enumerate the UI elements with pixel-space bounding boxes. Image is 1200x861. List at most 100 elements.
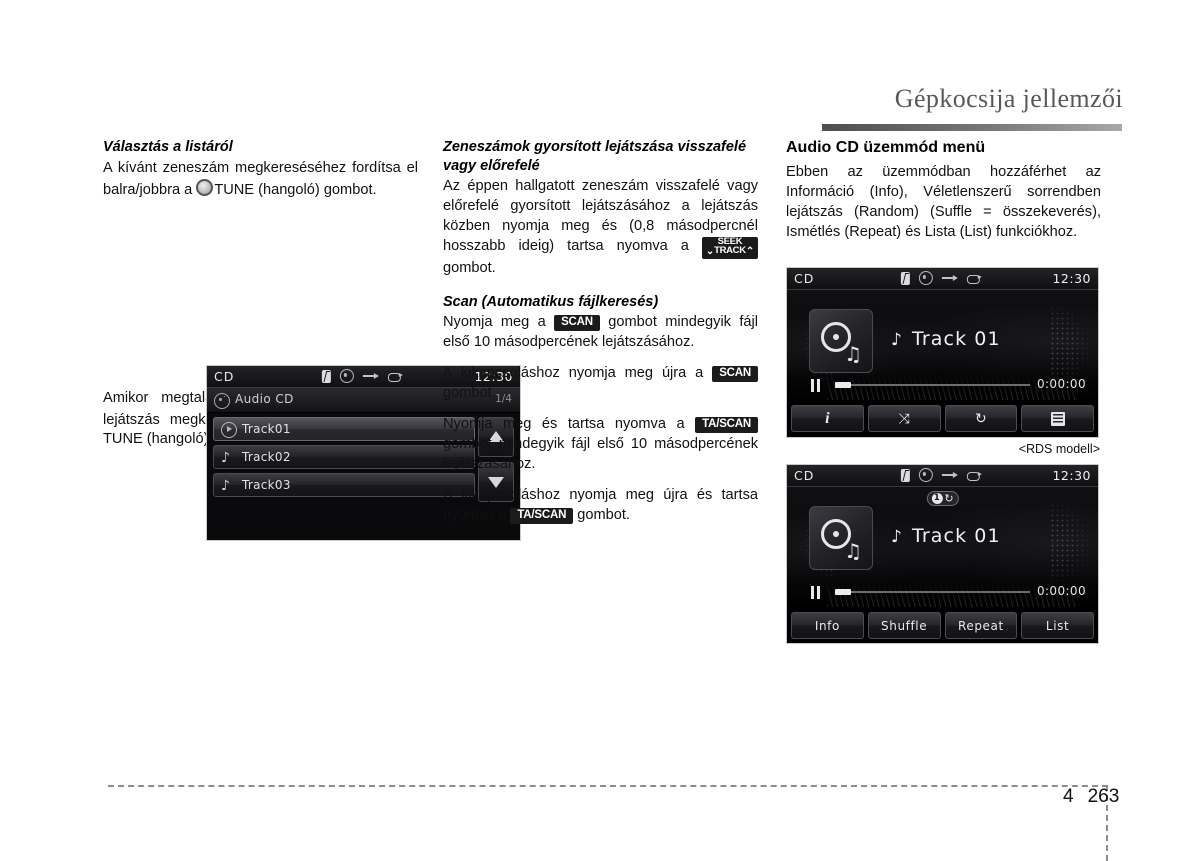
status-source-label: CD [794, 468, 815, 483]
section-heading-audio-cd-menu: Audio CD üzemmód menü [786, 139, 986, 156]
info-icon: i [825, 409, 830, 427]
player-display: ♫ ♪ Track 01 0:00:00 [787, 290, 1098, 402]
progress-bar[interactable] [835, 382, 1030, 388]
header-rule [822, 124, 1122, 131]
chevron-down-icon: ⌄ [705, 246, 715, 258]
now-playing-title: ♪ Track 01 [891, 328, 1001, 350]
elapsed-time: 0:00:00 [1036, 377, 1086, 391]
paragraph-list-selection: A kívánt zeneszám megkereséséhez fordíts… [103, 159, 418, 201]
disc-icon [918, 271, 933, 285]
paragraph-tascan-off: A kikapcsoláshoz nyomja meg újra és tart… [443, 486, 758, 526]
seek-track-stack: SEEK TRACK [714, 237, 746, 257]
music-note-icon: ♪ [221, 450, 230, 466]
disc-icon [918, 468, 933, 482]
column-left: Választás a listáról A kívánt zeneszám m… [103, 138, 521, 541]
info-button-label: Info [814, 618, 840, 633]
text-fragment: A kikapcsoláshoz nyomja meg újra a [443, 365, 713, 382]
shuffle-button[interactable]: ⤨ [867, 405, 941, 432]
album-art: ♫ [809, 506, 873, 570]
column-right: Audio CD üzemmód menü Ebben az üzemmódba… [786, 138, 1101, 254]
progress-bar[interactable] [835, 589, 1030, 595]
section-heading-list-selection: Választás a listáról [103, 139, 233, 155]
device-icon [966, 470, 982, 481]
track-list-item[interactable]: Track01 [213, 417, 475, 441]
music-note-icon: ♪ [221, 478, 230, 494]
repeat-one-status-badge: 1 ↻ [926, 491, 959, 506]
status-source-label: CD [214, 369, 235, 384]
disc-icon [339, 369, 354, 383]
bluetooth-icon [321, 369, 331, 383]
list-button-label: List [1045, 618, 1070, 633]
progress-fill [835, 382, 851, 388]
text-fragment: gombot. [443, 259, 496, 276]
list-header-title: Audio CD [235, 392, 294, 406]
shuffle-icon: ⤨ [898, 410, 910, 427]
paragraph-tascan-on: Nyomja meg és tartsa nyomva a TA/SCAN go… [443, 415, 758, 475]
repeat-button-label: Repeat [957, 618, 1004, 633]
transport-bar: 0:00:00 [787, 584, 1098, 600]
status-icon-group [900, 271, 982, 285]
repeat-button[interactable]: ↻ [944, 405, 1018, 432]
bluetooth-icon [900, 468, 910, 482]
seek-track-key-badge: ⌄SEEK TRACK⌃ [701, 237, 758, 259]
screenshot-cd-player-icons: CD 12:30 ♫ ♪ Track 01 0:00:00 i ⤨ ↻ [786, 267, 1099, 438]
usb-icon [941, 470, 958, 480]
decorative-dot-pattern-right [1050, 493, 1096, 593]
paragraph-audio-cd-menu: Ebben az üzemmódban hozzáférhet az Infor… [786, 164, 1101, 240]
section-heading-scan: Scan (Automatikus fájlkeresés) [443, 293, 659, 310]
track-title: Track 01 [911, 328, 1001, 350]
repeat-icon: ↻ [975, 410, 987, 427]
track-label: Track01 [242, 422, 291, 436]
info-button[interactable]: i [791, 405, 864, 432]
page-number: 4 263 [1063, 786, 1119, 808]
section-heading-fast-playback: Zeneszámok gyorsított lejátszása visszaf… [443, 139, 747, 174]
usb-icon [941, 273, 958, 283]
track-label: TRACK [714, 245, 746, 257]
ta-scan-key-badge: TA/SCAN [695, 417, 758, 434]
pause-icon [811, 586, 822, 599]
list-button[interactable] [1021, 405, 1094, 432]
track-list-item[interactable]: ♪ Track03 [213, 473, 475, 497]
album-art: ♫ [809, 309, 873, 373]
music-note-icon: ♫ [844, 342, 862, 366]
repeat-button[interactable]: Repeat [944, 612, 1018, 639]
player-display: 1 ↻ ♫ ♪ Track 01 0:00:00 [787, 487, 1098, 609]
status-bar: CD 12:30 [787, 268, 1098, 290]
footer-divider [108, 785, 1108, 787]
folio-number: 263 [1087, 786, 1120, 807]
shuffle-button-label: Shuffle [881, 618, 928, 633]
track-list-item[interactable]: ♪ Track02 [213, 445, 475, 469]
track-title: Track 01 [911, 525, 1001, 547]
shuffle-button[interactable]: Shuffle [867, 612, 941, 639]
chevron-up-icon: ⌃ [745, 246, 754, 258]
text-fragment: gombot mindegyik fájl első 10 másodpercé… [443, 436, 758, 472]
text-fragment: Nyomja meg a [443, 314, 555, 331]
status-icon-group [900, 468, 982, 482]
music-note-icon: ♪ [891, 330, 903, 350]
paragraph-scan-on: Nyomja meg a SCAN gombot mindegyik fájl … [443, 313, 758, 353]
status-bar: CD 12:30 [787, 465, 1098, 487]
status-clock: 12:30 [1052, 271, 1091, 286]
list-button[interactable]: List [1021, 612, 1094, 639]
bluetooth-icon [900, 271, 910, 285]
music-note-icon: ♪ [891, 527, 903, 547]
info-button[interactable]: Info [791, 612, 864, 639]
page-header: Gépkocsija jellemzői [0, 40, 1200, 131]
scan-key-badge: SCAN [712, 366, 758, 383]
chapter-number: 4 [1063, 786, 1074, 807]
text-fragment: gombot. [573, 506, 630, 523]
text-fragment: (hangoló) gombot. [254, 181, 377, 198]
paragraph-scan-off: A kikapcsoláshoz nyomja meg újra a SCAN … [443, 364, 758, 404]
text-fragment: gombot. [443, 385, 496, 402]
progress-fill [835, 589, 851, 595]
repeat-icon: ↻ [944, 492, 954, 505]
device-icon [387, 371, 403, 382]
music-note-icon: ♫ [844, 539, 862, 563]
scan-key-badge: SCAN [554, 315, 600, 332]
text-fragment: TUNE [214, 181, 255, 198]
column-middle: Zeneszámok gyorsított lejátszása visszaf… [443, 138, 758, 526]
ta-scan-key-badge: TA/SCAN [510, 507, 574, 525]
player-button-row: i ⤨ ↻ [787, 402, 1098, 436]
audio-cd-icon [214, 393, 230, 409]
now-playing-title: ♪ Track 01 [891, 525, 1001, 547]
